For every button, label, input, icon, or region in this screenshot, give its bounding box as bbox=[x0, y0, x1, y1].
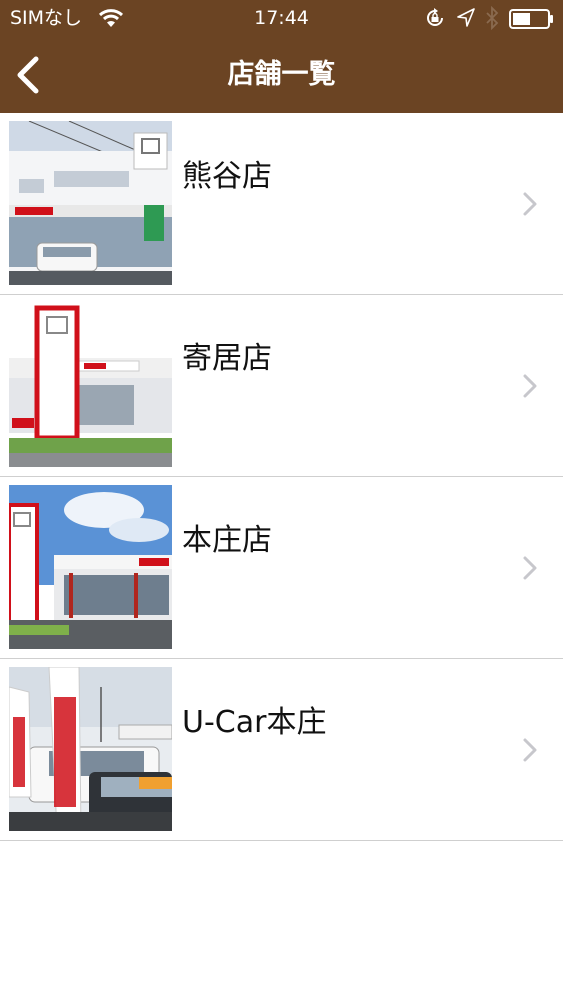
status-time: 17:44 bbox=[254, 7, 309, 29]
page-title: 店舗一覧 bbox=[227, 59, 336, 90]
store-row-ucar-honjo[interactable]: U-Car本庄 bbox=[0, 659, 563, 841]
store-name: U-Car本庄 bbox=[182, 705, 327, 740]
navigation-bar: 店舗一覧 bbox=[0, 36, 563, 113]
chevron-right-icon bbox=[523, 192, 537, 216]
store-photo bbox=[9, 121, 172, 285]
chevron-right-icon bbox=[523, 374, 537, 398]
bluetooth-icon bbox=[485, 5, 499, 31]
store-photo bbox=[9, 485, 172, 649]
chevron-right-icon bbox=[523, 738, 537, 762]
location-icon bbox=[457, 8, 475, 28]
store-list: 熊谷店 寄居店 本庄店 U-Car本庄 bbox=[0, 113, 563, 841]
store-row-honjo[interactable]: 本庄店 bbox=[0, 477, 563, 659]
store-row-yorii[interactable]: 寄居店 bbox=[0, 295, 563, 477]
battery-icon bbox=[509, 8, 555, 30]
store-name: 寄居店 bbox=[182, 341, 272, 376]
store-row-kumagaya[interactable]: 熊谷店 bbox=[0, 113, 563, 295]
status-bar: SIMなし 17:44 bbox=[0, 0, 563, 36]
chevron-right-icon bbox=[523, 556, 537, 580]
header: SIMなし 17:44 店舗一覧 bbox=[0, 0, 563, 113]
back-button[interactable] bbox=[0, 36, 70, 113]
store-photo bbox=[9, 667, 172, 831]
chevron-left-icon bbox=[17, 56, 39, 94]
rotation-lock-icon bbox=[425, 8, 445, 28]
store-name: 本庄店 bbox=[182, 523, 272, 558]
store-name: 熊谷店 bbox=[182, 159, 272, 194]
store-photo bbox=[9, 303, 172, 467]
